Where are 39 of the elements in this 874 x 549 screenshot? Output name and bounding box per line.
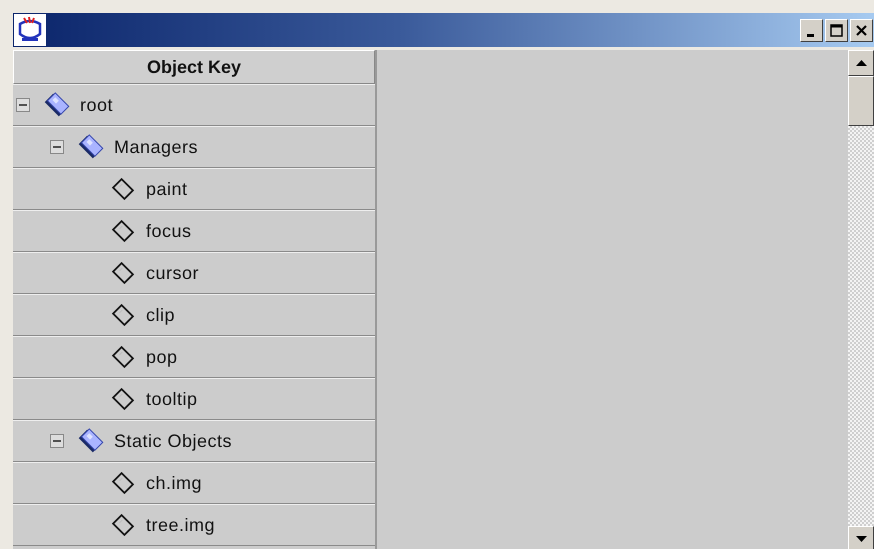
collapse-toggle[interactable] [16, 98, 30, 112]
collapse-toggle[interactable] [50, 140, 64, 154]
tree-item-label[interactable]: tree.img [146, 514, 216, 536]
tree-item-label[interactable]: Managers [114, 136, 198, 158]
scroll-thumb[interactable] [848, 76, 874, 126]
tree-row[interactable]: pop [13, 336, 375, 378]
tree-row[interactable]: tooltip [13, 378, 375, 420]
down-arrow-icon [856, 536, 866, 542]
tree-row[interactable]: cursor [13, 252, 375, 294]
tree-row[interactable]: Static Objects [13, 420, 375, 462]
tree-row[interactable]: paint [13, 168, 375, 210]
collapse-toggle[interactable] [50, 434, 64, 448]
up-arrow-icon [856, 60, 866, 66]
minimize-icon [807, 34, 814, 36]
tree-row[interactable]: root [13, 84, 375, 126]
tree-row[interactable]: ch.img [13, 462, 375, 504]
tree-item-label[interactable]: ch.img [146, 472, 202, 494]
tree-row[interactable]: Managers [13, 126, 375, 168]
close-button[interactable] [850, 18, 873, 42]
scroll-up-button[interactable] [848, 50, 874, 76]
tree-item-label[interactable]: pop [146, 346, 178, 368]
tree-item-label[interactable]: clip [146, 304, 176, 326]
tree-item-label[interactable]: cursor [146, 262, 200, 284]
tree-row[interactable]: tree.img [13, 504, 375, 546]
tree-row[interactable]: clip [13, 294, 375, 336]
maximize-icon [830, 24, 843, 36]
app-icon [14, 14, 46, 46]
tree-item-label[interactable]: root [80, 94, 114, 116]
tree-item-label[interactable]: focus [146, 220, 192, 242]
close-icon [856, 24, 868, 36]
tree-item-label[interactable]: paint [146, 178, 188, 200]
tree-item-label[interactable]: Static Objects [114, 430, 232, 452]
maximize-button[interactable] [825, 18, 848, 42]
scroll-down-button[interactable] [848, 526, 874, 549]
vertical-scrollbar[interactable] [848, 50, 874, 549]
tree-item-label[interactable]: tooltip [146, 388, 198, 410]
tree-row[interactable]: focus [13, 210, 375, 252]
column-header[interactable]: Object Key [13, 50, 375, 84]
minimize-button[interactable] [800, 18, 823, 42]
